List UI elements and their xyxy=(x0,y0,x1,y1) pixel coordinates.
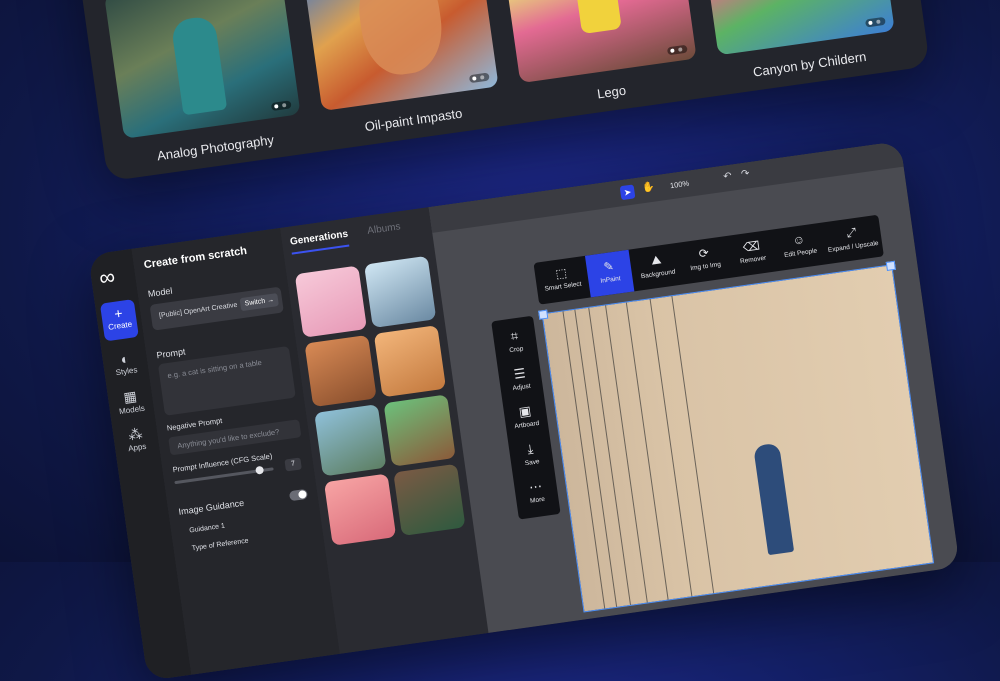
guidance-item[interactable]: Guidance 1 xyxy=(189,523,225,535)
switch-model-button[interactable]: Switch → xyxy=(239,293,279,312)
canvas-image[interactable] xyxy=(538,260,935,613)
image-guidance-toggle[interactable] xyxy=(288,488,309,502)
carousel-dots xyxy=(864,16,886,28)
tool-label: Edit People xyxy=(783,247,818,260)
rail-label: Styles xyxy=(115,365,138,378)
tool-label: InPaint xyxy=(600,275,622,285)
image-figure xyxy=(753,442,795,556)
image-detail xyxy=(649,299,693,597)
sliders-icon: ☰ xyxy=(512,365,527,382)
generation-thumbnail[interactable] xyxy=(314,404,387,477)
negative-prompt-placeholder: Anything you'd like to exclude? xyxy=(176,427,280,451)
tool-crop[interactable]: ⌗ Crop xyxy=(493,326,538,357)
carousel-dots xyxy=(468,72,490,84)
rail-models-button[interactable]: ▦ Models xyxy=(112,382,151,424)
prompt-placeholder: e.g. a cat is sitting on a table xyxy=(166,357,263,381)
style-thumbnail xyxy=(698,0,895,56)
crop-icon: ⌗ xyxy=(509,328,520,344)
generation-thumbnail[interactable] xyxy=(393,463,466,537)
tool-label: Img to Img xyxy=(689,261,722,273)
carousel-dots xyxy=(666,44,688,56)
tool-label: Save xyxy=(524,458,541,468)
image-detail xyxy=(671,296,715,594)
tool-inpaint[interactable]: ✎ InPaint xyxy=(584,249,635,298)
rail-label: Apps xyxy=(127,441,147,454)
reference-type-label: Type of Reference xyxy=(191,537,250,553)
select-tool-cursor-icon[interactable]: ➤ xyxy=(619,184,636,201)
tool-remover[interactable]: ⌫ Remover xyxy=(728,230,777,278)
tool-label: Adjust xyxy=(512,382,532,393)
tool-expand-upscale[interactable]: ⤢ Expand / Upscale xyxy=(823,215,882,264)
redo-icon[interactable]: ↷ xyxy=(740,168,750,180)
tool-adjust[interactable]: ☰ Adjust xyxy=(498,363,543,394)
more-icon: ⋯ xyxy=(528,478,544,495)
generation-thumbnail[interactable] xyxy=(364,255,437,329)
model-name: [Public] OpenArt Creative xyxy=(158,301,238,320)
generation-thumbnail[interactable] xyxy=(294,265,367,338)
inpaint-brush-icon: ✎ xyxy=(602,259,615,275)
style-thumbnail xyxy=(104,0,301,139)
rail-apps-button[interactable]: ⁂ Apps xyxy=(117,420,156,462)
tab-generations[interactable]: Generations xyxy=(289,228,350,255)
tab-albums[interactable]: Albums xyxy=(367,221,402,237)
model-label: Model xyxy=(147,285,173,299)
resize-handle[interactable] xyxy=(885,260,896,271)
style-thumbnail xyxy=(302,0,499,111)
tool-label: Crop xyxy=(508,345,524,355)
tool-artboard[interactable]: ▣ Artboard xyxy=(503,401,548,432)
style-card-canyon-by-childern[interactable]: Canyon by Childern xyxy=(698,0,898,84)
canvas-topbar: ➤ ✋ 100% ↶ ↷ xyxy=(428,140,904,233)
style-thumbnail xyxy=(500,0,697,84)
tool-label: More xyxy=(529,495,546,505)
hand-tool-icon[interactable]: ✋ xyxy=(641,182,655,195)
editor-window: ∞ + Create ◐ Styles ▦ Models ⁂ Apps Crea… xyxy=(88,140,960,681)
image-detail xyxy=(605,305,648,603)
tool-edit-people[interactable]: ☺ Edit People xyxy=(775,223,824,271)
tool-label: Artboard xyxy=(514,419,540,431)
artboard-icon: ▣ xyxy=(517,402,533,420)
image-detail xyxy=(562,311,606,609)
tool-label: Smart Select xyxy=(544,280,582,293)
cfg-scale-value[interactable]: 7 xyxy=(284,457,302,472)
image-guidance-label: Image Guidance xyxy=(177,497,245,517)
tool-background[interactable]: ⛰ Background xyxy=(632,243,681,291)
rail-label: Create xyxy=(107,319,133,332)
generation-thumbnail[interactable] xyxy=(383,394,456,467)
generation-thumbnail[interactable] xyxy=(304,334,377,408)
undo-icon[interactable]: ↶ xyxy=(723,171,733,183)
tool-more[interactable]: ⋯ More xyxy=(514,476,559,507)
style-card-analog-photography[interactable]: Analog Photography xyxy=(104,0,304,168)
form-title: Create from scratch xyxy=(143,244,248,272)
tool-smart-select[interactable]: ⬚ Smart Select xyxy=(537,256,586,304)
image-detail xyxy=(625,302,669,600)
tool-img-to-img[interactable]: ⟳ Img to Img xyxy=(680,236,729,284)
tool-label: Remover xyxy=(739,254,767,266)
rail-styles-button[interactable]: ◐ Styles xyxy=(106,345,145,387)
carousel-dots xyxy=(270,100,292,112)
style-card-oil-paint-impasto[interactable]: Oil-paint Impasto xyxy=(302,0,502,140)
eraser-icon: ⌫ xyxy=(741,238,761,255)
tool-label: Background xyxy=(640,268,676,281)
tool-save[interactable]: ⤓ Save xyxy=(508,438,553,469)
zoom-dropdown[interactable]: 100% xyxy=(669,179,689,191)
rail-create-button[interactable]: + Create xyxy=(99,299,139,342)
prompt-label: Prompt xyxy=(155,346,187,361)
canvas-area: ➤ ✋ 100% ↶ ↷ ⬚ Smart Select ✎ InPaint ⛰ … xyxy=(428,140,960,633)
generation-thumbnail[interactable] xyxy=(323,473,397,546)
generation-thumbnail[interactable] xyxy=(373,325,447,398)
resize-handle[interactable] xyxy=(538,309,549,320)
slider-knob[interactable] xyxy=(255,465,265,475)
infinity-logo-icon[interactable]: ∞ xyxy=(98,264,117,292)
download-icon: ⤓ xyxy=(526,441,535,457)
style-card-lego[interactable]: Lego xyxy=(500,0,700,112)
